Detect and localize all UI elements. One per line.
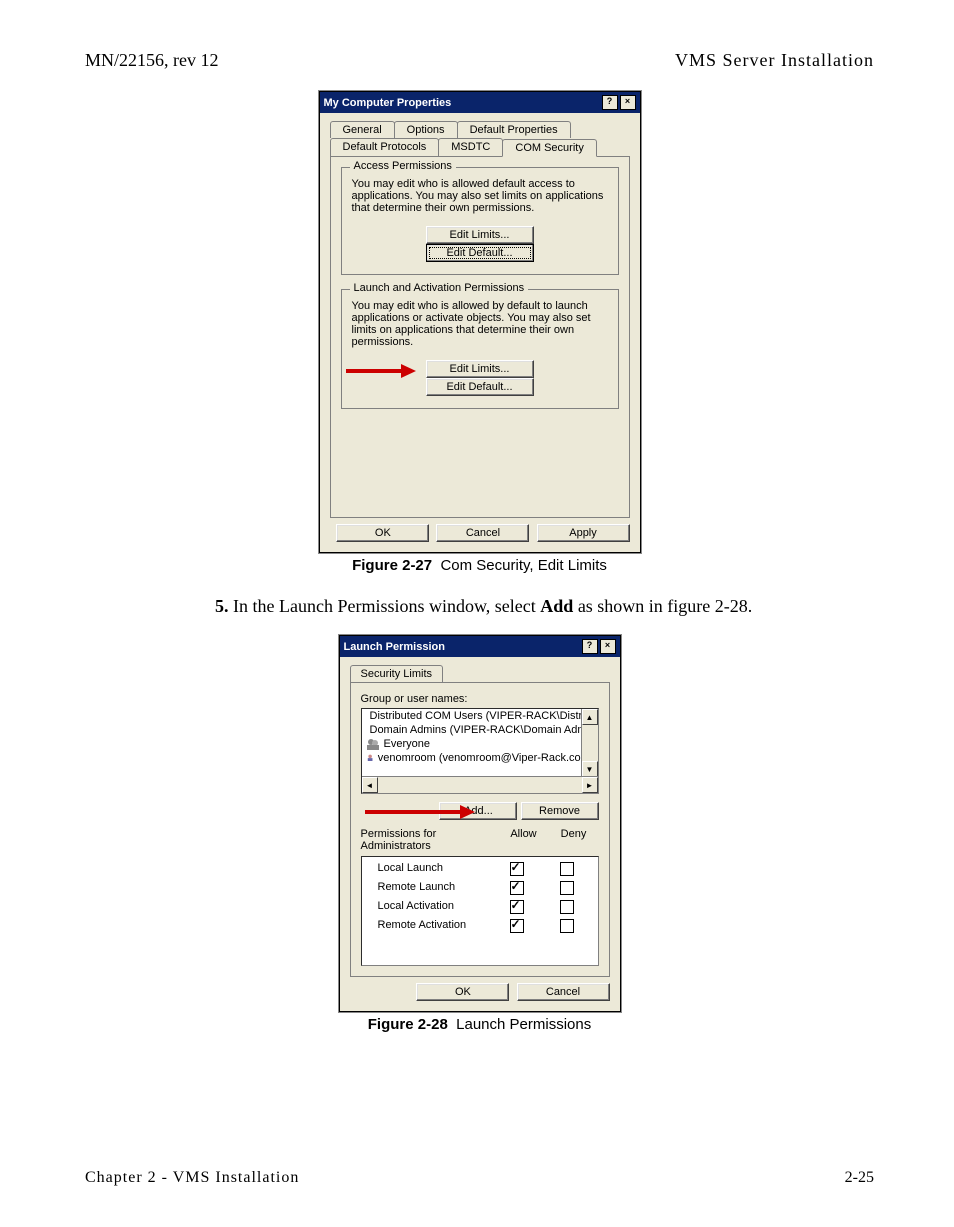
permission-row: Remote Launch (368, 880, 592, 899)
header-left: MN/22156, rev 12 (85, 50, 219, 71)
arrow-icon (346, 364, 416, 378)
close-icon[interactable]: × (620, 95, 636, 110)
group-legend: Launch and Activation Permissions (350, 282, 529, 294)
group-text: You may edit who is allowed default acce… (352, 178, 608, 214)
permissions-listbox: Local Launch Remote Launch Local Activat (361, 856, 599, 966)
step-5: 5. In the Launch Permissions window, sel… (215, 596, 874, 617)
deny-checkbox[interactable] (560, 862, 574, 876)
permissions-label: Permissions for Administrators (361, 828, 499, 852)
deny-checkbox[interactable] (560, 881, 574, 895)
tab-com-security[interactable]: COM Security (502, 139, 596, 157)
allow-checkbox[interactable] (510, 881, 524, 895)
dialog-title: Launch Permission (344, 641, 445, 653)
user-icon (366, 752, 374, 764)
tab-default-protocols[interactable]: Default Protocols (330, 138, 440, 156)
tab-msdtc[interactable]: MSDTC (438, 138, 503, 156)
ok-button[interactable]: OK (416, 983, 509, 1001)
tab-general[interactable]: General (330, 121, 395, 138)
help-icon[interactable]: ? (602, 95, 618, 110)
deny-checkbox[interactable] (560, 900, 574, 914)
tab-default-properties[interactable]: Default Properties (457, 121, 571, 138)
scroll-down-icon[interactable]: ▼ (582, 761, 598, 777)
footer-right: 2-25 (845, 1169, 874, 1187)
permission-row: Remote Activation (368, 918, 592, 937)
allow-header: Allow (499, 828, 549, 852)
arrow-icon (365, 805, 475, 819)
figure-caption: Figure 2-28 Launch Permissions (85, 1016, 874, 1033)
allow-checkbox[interactable] (510, 900, 524, 914)
horizontal-scrollbar[interactable]: ◄ ► (362, 776, 598, 793)
list-item[interactable]: venomroom (venomroom@Viper-Rack.com) (362, 751, 598, 765)
vertical-scrollbar[interactable]: ▲ ▼ (581, 709, 598, 777)
scroll-right-icon[interactable]: ► (582, 777, 598, 793)
scroll-left-icon[interactable]: ◄ (362, 777, 378, 793)
ok-button[interactable]: OK (336, 524, 429, 542)
deny-checkbox[interactable] (560, 919, 574, 933)
group-legend: Access Permissions (350, 160, 456, 172)
list-item[interactable]: Distributed COM Users (VIPER-RACK\Distri… (362, 709, 598, 723)
group-icon (366, 738, 380, 750)
footer-left: Chapter 2 - VMS Installation (85, 1169, 299, 1187)
apply-button[interactable]: Apply (537, 524, 630, 542)
permission-row: Local Activation (368, 899, 592, 918)
launch-edit-limits-button[interactable]: Edit Limits... (426, 360, 534, 378)
scroll-up-icon[interactable]: ▲ (582, 709, 598, 725)
access-edit-default-button[interactable]: Edit Default... (426, 244, 534, 262)
list-item[interactable]: Everyone (362, 737, 598, 751)
allow-checkbox[interactable] (510, 919, 524, 933)
users-listbox[interactable]: Distributed COM Users (VIPER-RACK\Distri… (361, 708, 599, 794)
launch-permission-dialog: Launch Permission ? × Security Limits Gr… (339, 635, 621, 1012)
dialog-title: My Computer Properties (324, 97, 452, 109)
group-user-names-label: Group or user names: (361, 693, 599, 705)
tab-options[interactable]: Options (394, 121, 458, 138)
help-icon[interactable]: ? (582, 639, 598, 654)
close-icon[interactable]: × (600, 639, 616, 654)
tab-security-limits[interactable]: Security Limits (350, 665, 444, 682)
figure-caption: Figure 2-27 Com Security, Edit Limits (85, 557, 874, 574)
allow-checkbox[interactable] (510, 862, 524, 876)
remove-button[interactable]: Remove (521, 802, 599, 820)
group-text: You may edit who is allowed by default t… (352, 300, 608, 348)
access-permissions-group: Access Permissions You may edit who is a… (341, 167, 619, 275)
cancel-button[interactable]: Cancel (517, 983, 610, 1001)
cancel-button[interactable]: Cancel (436, 524, 529, 542)
access-edit-limits-button[interactable]: Edit Limits... (426, 226, 534, 244)
list-item[interactable]: Domain Admins (VIPER-RACK\Domain Admins) (362, 723, 598, 737)
launch-activation-permissions-group: Launch and Activation Permissions You ma… (341, 289, 619, 409)
my-computer-properties-dialog: My Computer Properties ? × General Optio… (319, 91, 641, 553)
deny-header: Deny (549, 828, 599, 852)
header-right: VMS Server Installation (675, 50, 874, 71)
launch-edit-default-button[interactable]: Edit Default... (426, 378, 534, 396)
permission-row: Local Launch (368, 861, 592, 880)
